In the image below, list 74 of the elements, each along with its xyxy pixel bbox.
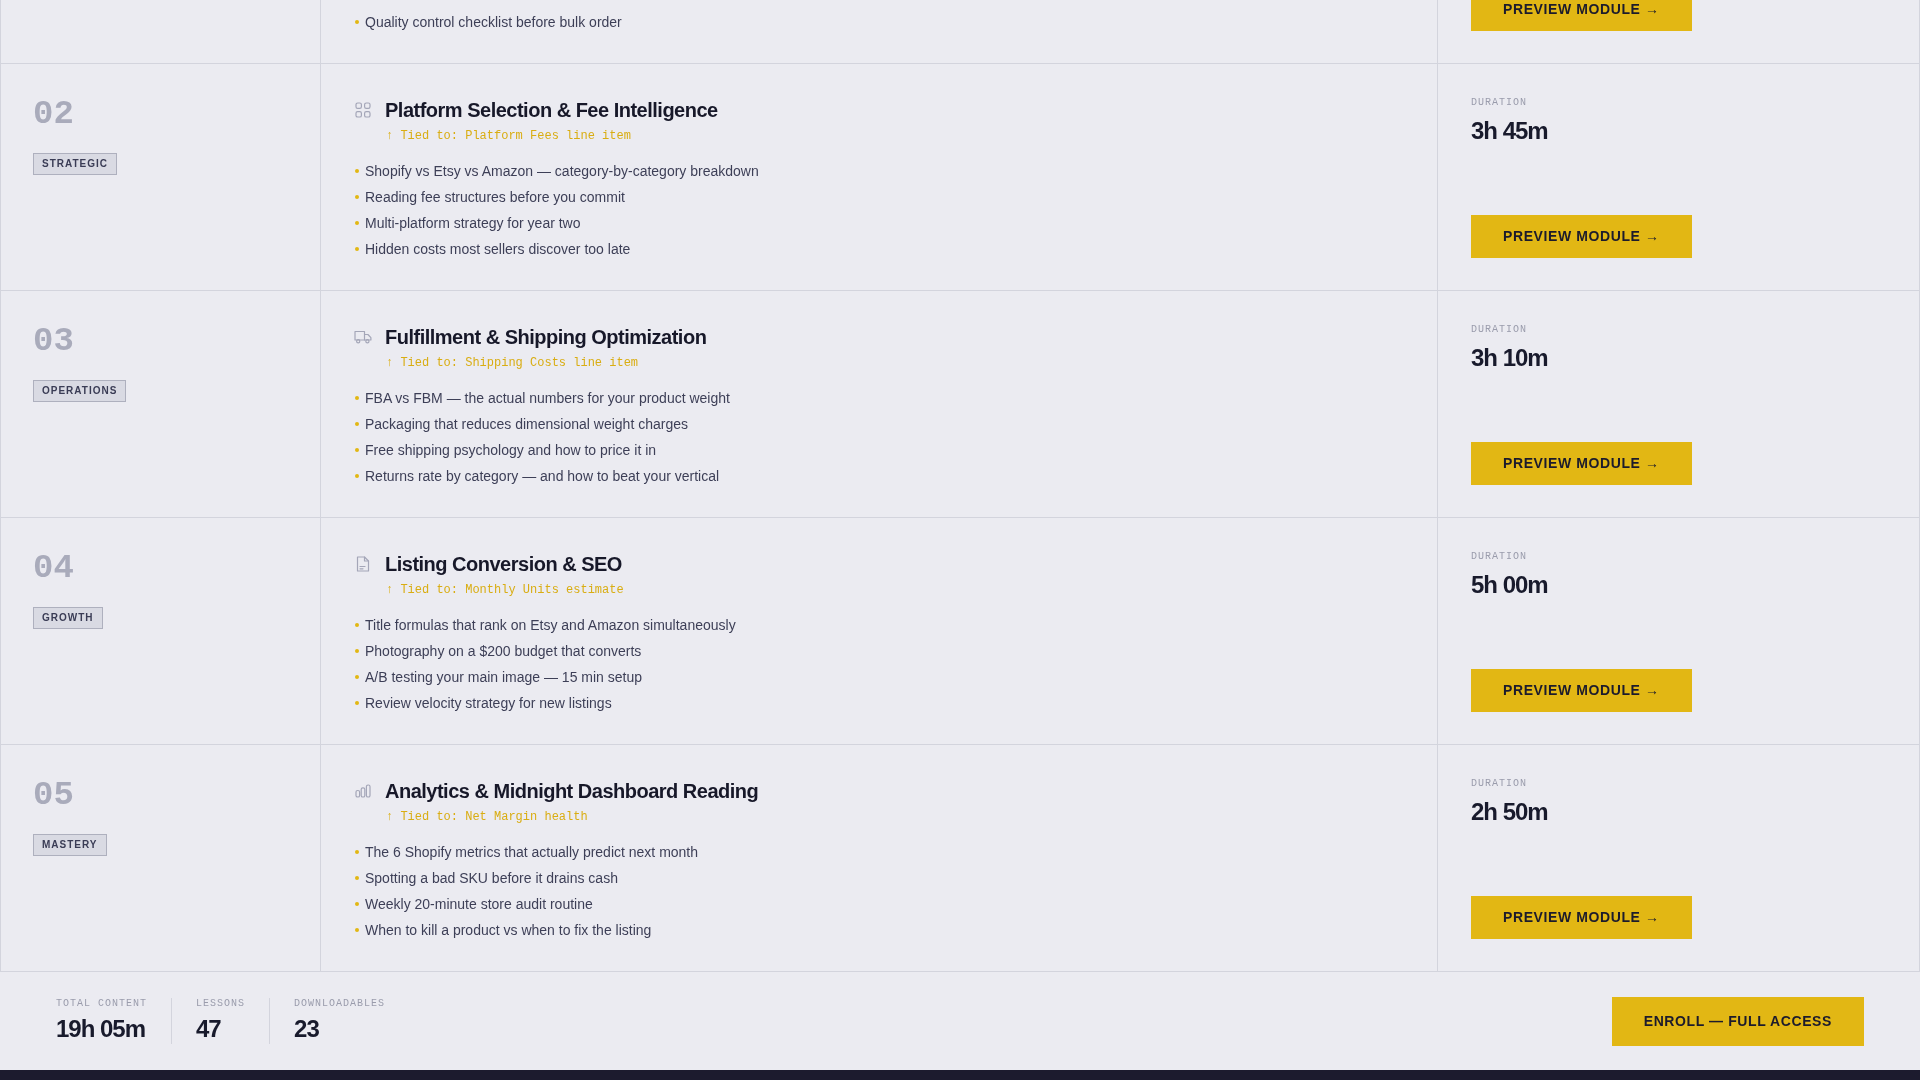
module-title: Analytics & Midnight Dashboard Reading	[385, 779, 759, 804]
category-tag: STRATEGIC	[33, 153, 118, 175]
lesson-topic: Free shipping psychology and how to price it in	[365, 441, 657, 459]
module-title: Fulfillment & Shipping Optimization	[385, 325, 707, 350]
bullet-icon	[355, 221, 359, 225]
category-tag: GROWTH	[33, 607, 103, 629]
duration-label: DURATION	[1471, 324, 1527, 336]
lesson-topic: Review velocity strategy for new listings	[365, 694, 612, 712]
stat-label: TOTAL CONTENT	[56, 998, 147, 1010]
stat-label: DOWNLOADABLES	[294, 998, 386, 1010]
duration-label: DURATION	[1471, 551, 1527, 563]
bullet-icon	[355, 649, 359, 653]
bullet-icon	[355, 902, 359, 906]
bullet-icon	[355, 20, 359, 24]
truck-icon	[354, 330, 372, 344]
duration-value: 5h 00m	[1471, 570, 1548, 600]
module-number: 05	[33, 777, 74, 813]
lesson-topic: Multi-platform strategy for year two	[365, 214, 581, 232]
lesson-topic: Reading fee structures before you commit	[365, 188, 625, 206]
lesson-topic: Quality control checklist before bulk order	[365, 13, 622, 31]
lesson-topic: Spotting a bad SKU before it drains cash	[365, 869, 618, 887]
duration-value: 3h 45m	[1471, 116, 1548, 146]
bullet-icon	[355, 928, 359, 932]
lesson-topic: Title formulas that rank on Etsy and Amazon simultaneously	[365, 616, 736, 634]
preview-module-button[interactable]: PREVIEW MODULE →	[1471, 442, 1692, 485]
module-title: Platform Selection & Fee Intelligence	[385, 98, 718, 123]
bar-chart-icon	[355, 784, 371, 798]
preview-module-button[interactable]: PREVIEW MODULE →	[1471, 215, 1692, 258]
bullet-icon	[355, 422, 359, 426]
bullet-icon	[355, 675, 359, 679]
stat-label: LESSONS	[196, 998, 246, 1010]
enroll-button[interactable]: ENROLL — FULL ACCESS	[1611, 996, 1864, 1046]
preview-module-button[interactable]: PREVIEW MODULE →	[1471, 669, 1692, 712]
bullet-icon	[355, 623, 359, 627]
bullet-icon	[355, 448, 359, 452]
module-title: Listing Conversion & SEO	[385, 552, 622, 577]
duration-label: DURATION	[1471, 778, 1527, 790]
lesson-topic: The 6 Shopify metrics that actually predict next month	[365, 843, 699, 861]
tied-to-note: ↑ Tied to: Platform Fees line item	[386, 128, 631, 144]
duration-value: 2h 50m	[1471, 797, 1548, 827]
lesson-topic: Shopify vs Etsy vs Amazon — category-by-category breakdown	[365, 162, 759, 180]
tied-to-note: ↑ Tied to: Shipping Costs line item	[386, 355, 639, 371]
module-number: 02	[33, 96, 74, 132]
duration-value: 3h 10m	[1471, 343, 1548, 373]
tied-to-note: ↑ Tied to: Net Margin health	[386, 809, 588, 825]
module-number: 04	[33, 550, 74, 586]
bullet-icon	[355, 247, 359, 251]
lesson-topic: Hidden costs most sellers discover too late	[365, 240, 631, 258]
tied-to-note: ↑ Tied to: Monthly Units estimate	[386, 582, 624, 598]
stat-value: 19h 05m	[56, 1014, 146, 1044]
bullet-icon	[355, 850, 359, 854]
stat-value: 47	[196, 1014, 221, 1044]
bullet-icon	[355, 195, 359, 199]
document-icon	[356, 556, 370, 572]
lesson-topic: FBA vs FBM — the actual numbers for your product weight	[365, 389, 730, 407]
category-tag: MASTERY	[33, 834, 107, 856]
lesson-topic: Returns rate by category — and how to beat your vertical	[365, 467, 720, 485]
bullet-icon	[355, 396, 359, 400]
bullet-icon	[355, 169, 359, 173]
lesson-topic: When to kill a product vs when to fix the listing	[365, 921, 652, 939]
lesson-topic: Weekly 20-minute store audit routine	[365, 895, 593, 913]
module-number: 03	[33, 323, 74, 359]
lesson-topic: Packaging that reduces dimensional weight charges	[365, 415, 688, 433]
stat-value: 23	[294, 1014, 319, 1044]
bullet-icon	[355, 876, 359, 880]
preview-module-button[interactable]: PREVIEW MODULE →	[1471, 0, 1692, 31]
category-tag: OPERATIONS	[33, 380, 127, 402]
bullet-icon	[355, 474, 359, 478]
duration-label: DURATION	[1471, 97, 1527, 109]
lesson-topic: Photography on a $200 budget that converts	[365, 642, 642, 660]
grid-icon	[355, 102, 371, 118]
preview-module-button[interactable]: PREVIEW MODULE →	[1471, 896, 1692, 939]
bullet-icon	[355, 701, 359, 705]
lesson-topic: A/B testing your main image — 15 min setup	[365, 668, 643, 686]
